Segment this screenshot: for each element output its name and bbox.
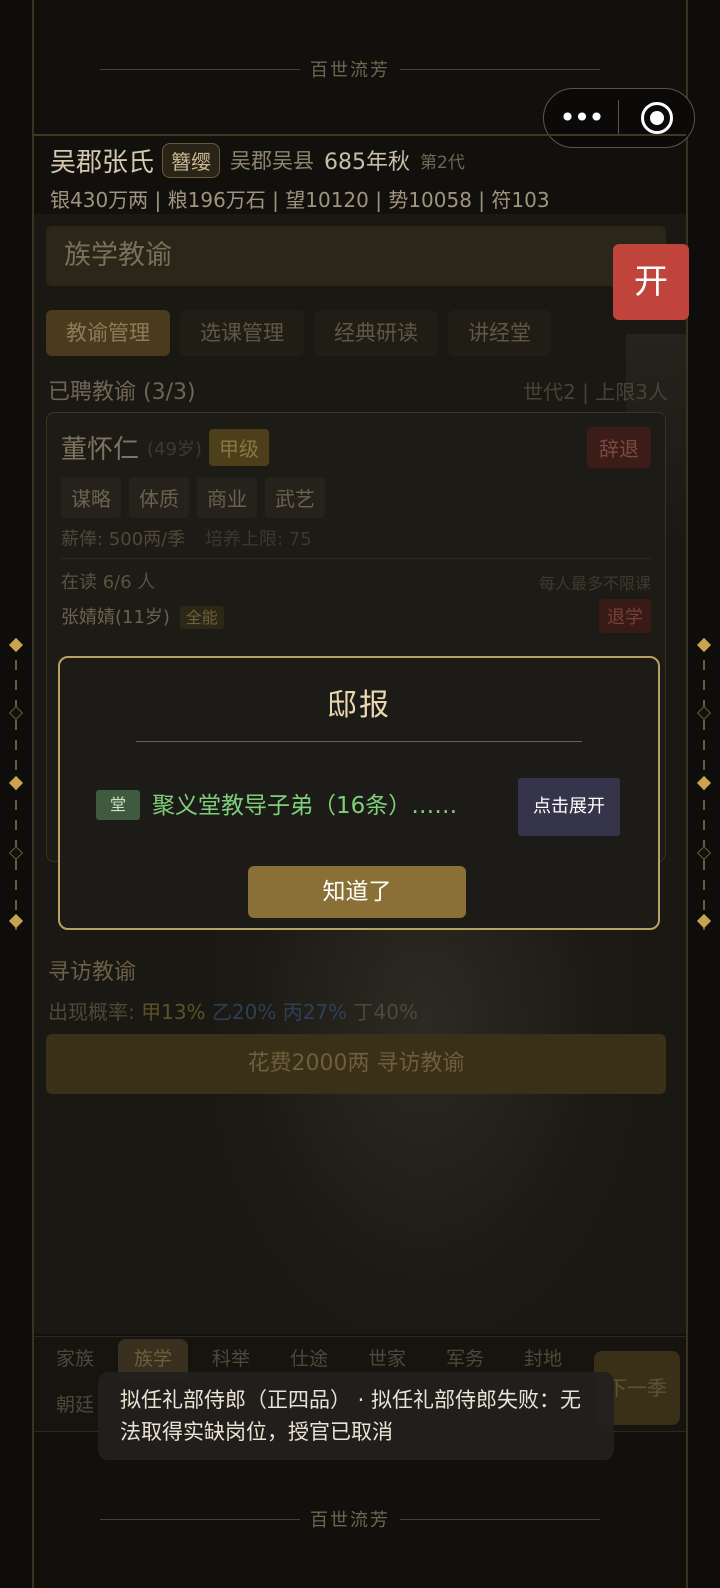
prob-grade-c: 丙27%: [282, 1000, 348, 1024]
prob-grade-d: 丁40%: [353, 1000, 418, 1024]
tab-classics-study[interactable]: 经典研读: [314, 310, 438, 356]
generation-limit: 世代2 | 上限3人: [523, 380, 668, 404]
generation-label: 第2代: [420, 152, 465, 173]
toast-message: 拟任礼部侍郎（正四品） · 拟任礼部侍郎失败：无法取得实缺岗位，授官已取消: [98, 1372, 614, 1460]
prob-grade-b: 乙20%: [211, 1000, 277, 1024]
salary-text: 薪俸: 500两/季: [61, 529, 186, 550]
left-edge-ornament: [6, 637, 26, 940]
divider: [61, 558, 651, 559]
tab-course-management[interactable]: 选课管理: [180, 310, 304, 356]
open-button[interactable]: 开: [613, 244, 689, 320]
report-summary: 聚义堂教导子弟（16条）……: [152, 793, 458, 819]
skill-tag: 武艺: [265, 477, 325, 518]
clan-header: 吴郡张氏 簪缨 吴郡吴县 685年秋 第2代 银430万两 | 粮196万石 |…: [34, 134, 686, 214]
skill-tag: 谋略: [61, 477, 121, 518]
hired-count: 已聘教谕 (3/3): [48, 380, 196, 405]
enrolled-count: 在读 6/6 人: [61, 572, 156, 593]
hall-tag: 堂: [96, 790, 140, 820]
student-name: 张婧婧(11岁): [61, 607, 170, 628]
prob-grade-a: 甲13%: [141, 1000, 206, 1024]
app-title-top: 百世流芳: [90, 54, 610, 84]
section-title: 族学教谕: [46, 226, 666, 286]
resource-stats: 银430万两 | 粮196万石 | 望10120 | 势10058 | 符103: [50, 188, 550, 212]
teacher-age: (49岁): [147, 439, 202, 460]
dialog-title: 邸报: [327, 688, 391, 723]
course-limit-note: 每人最多不限课: [538, 574, 651, 593]
dismiss-button[interactable]: 辞退: [587, 427, 651, 468]
acknowledge-button[interactable]: 知道了: [248, 866, 466, 918]
right-edge-ornament: [694, 637, 714, 940]
clan-location: 吴郡吴县: [230, 149, 315, 173]
appearance-probabilities: 出现概率: 甲13% 乙20% 丙27% 丁40%: [48, 996, 418, 1025]
teacher-grade-badge: 甲级: [209, 429, 269, 466]
app-title-text: 百世流芳: [310, 60, 390, 81]
clan-name: 吴郡张氏: [50, 147, 155, 178]
search-teacher-button[interactable]: 花费2000两 寻访教谕: [46, 1034, 666, 1094]
gazette-dialog: 邸报 堂 聚义堂教导子弟（16条）…… 点击展开 知道了: [58, 656, 660, 930]
student-tag: 全能: [179, 606, 224, 629]
search-teacher-title: 寻访教谕: [48, 960, 137, 985]
train-cap: 培养上限: 75: [204, 529, 312, 550]
student-row: 张婧婧(11岁) 全能: [61, 603, 224, 629]
skill-tag: 商业: [197, 477, 257, 518]
salary-info: 薪俸: 500两/季 培养上限: 75: [61, 525, 312, 551]
clan-rank-badge: 簪缨: [162, 142, 221, 178]
dialog-divider: [136, 741, 582, 742]
teacher-name: 董怀仁: [61, 435, 140, 465]
expand-button[interactable]: 点击展开: [518, 778, 620, 836]
withdraw-button[interactable]: 退学: [599, 599, 651, 633]
app-title-text: 百世流芳: [310, 1510, 390, 1531]
close-miniprogram-icon[interactable]: [619, 102, 694, 134]
nav-family[interactable]: 家族: [40, 1339, 110, 1379]
current-season: 685年秋: [324, 150, 411, 175]
skill-tag: 体质: [129, 477, 189, 518]
sub-tabs: 教谕管理 选课管理 经典研读 讲经堂: [46, 310, 551, 356]
tab-teacher-management[interactable]: 教谕管理: [46, 310, 170, 356]
tab-lecture-hall[interactable]: 讲经堂: [448, 310, 551, 356]
skill-list: 谋略 体质 商业 武艺: [61, 477, 325, 518]
prob-label: 出现概率:: [48, 1000, 142, 1024]
app-title-bottom: 百世流芳: [90, 1504, 610, 1534]
